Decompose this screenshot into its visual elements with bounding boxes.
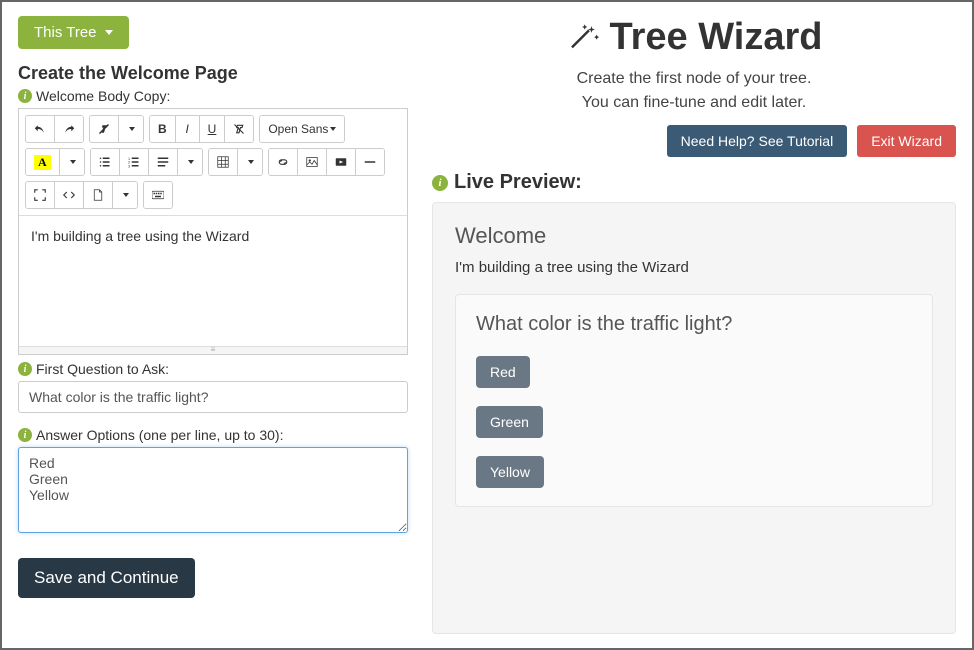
editor-body[interactable]: I'm building a tree using the Wizard (19, 216, 407, 346)
code-view-button[interactable] (55, 182, 84, 208)
font-family-label: Open Sans (268, 122, 328, 136)
preview-panel: Welcome I'm building a tree using the Wi… (432, 202, 956, 634)
clear-format-button[interactable] (90, 116, 119, 142)
info-icon: i (18, 362, 32, 376)
help-tutorial-button[interactable]: Need Help? See Tutorial (667, 125, 848, 157)
page-title: Tree Wizard (566, 16, 823, 59)
preview-welcome-body: I'm building a tree using the Wizard (455, 259, 933, 276)
text-color-button[interactable]: A (26, 149, 60, 175)
wand-icon (566, 21, 600, 55)
info-icon: i (18, 428, 32, 442)
answer-button[interactable]: Green (476, 406, 543, 438)
editor-resize-handle[interactable]: ≡ (19, 346, 407, 354)
live-preview-heading: i Live Preview: (432, 171, 956, 194)
info-icon: i (18, 89, 32, 103)
paragraph-button[interactable] (149, 149, 178, 175)
welcome-body-label-text: Welcome Body Copy: (36, 88, 170, 104)
save-continue-button[interactable]: Save and Continue (18, 558, 195, 598)
fullscreen-button[interactable] (26, 182, 55, 208)
link-button[interactable] (269, 149, 298, 175)
this-tree-button[interactable]: This Tree (18, 16, 129, 49)
info-icon: i (432, 175, 448, 191)
font-family-button[interactable]: Open Sans (260, 116, 344, 142)
subtitle-line1: Create the first node of your tree. (432, 67, 956, 91)
first-question-label-text: First Question to Ask: (36, 361, 169, 377)
svg-text:3: 3 (128, 164, 130, 168)
subtitle: Create the first node of your tree. You … (432, 67, 956, 115)
answer-options-label: i Answer Options (one per line, up to 30… (18, 427, 408, 443)
rich-text-editor: B I U Open Sans A (18, 108, 408, 355)
exit-wizard-button[interactable]: Exit Wizard (857, 125, 956, 157)
text-color-dropdown[interactable] (60, 149, 84, 175)
welcome-body-label: i Welcome Body Copy: (18, 88, 408, 104)
editor-toolbar: B I U Open Sans A (19, 109, 407, 216)
answer-options-label-text: Answer Options (one per line, up to 30): (36, 427, 283, 443)
strikethrough-button[interactable] (225, 116, 253, 142)
first-question-input[interactable] (18, 381, 408, 413)
table-button[interactable] (209, 149, 238, 175)
chevron-down-icon (105, 30, 113, 35)
keyboard-button[interactable] (144, 182, 172, 208)
color-swatch: A (34, 155, 51, 170)
redo-button[interactable] (55, 116, 83, 142)
video-button[interactable] (327, 149, 356, 175)
answer-button[interactable]: Red (476, 356, 530, 388)
paragraph-dropdown[interactable] (178, 149, 202, 175)
live-preview-heading-text: Live Preview: (454, 171, 582, 194)
file-button[interactable] (84, 182, 113, 208)
page-title-text: Tree Wizard (610, 16, 823, 59)
unordered-list-button[interactable] (91, 149, 120, 175)
section-title: Create the Welcome Page (18, 63, 408, 84)
clear-format-dropdown[interactable] (119, 116, 143, 142)
underline-button[interactable]: U (200, 116, 226, 142)
subtitle-line2: You can fine-tune and edit later. (432, 91, 956, 115)
preview-welcome-title: Welcome (455, 223, 933, 249)
image-button[interactable] (298, 149, 327, 175)
answer-options-input[interactable] (18, 447, 408, 533)
hr-button[interactable] (356, 149, 384, 175)
bold-button[interactable]: B (150, 116, 176, 142)
italic-button[interactable]: I (176, 116, 200, 142)
ordered-list-button[interactable]: 123 (120, 149, 149, 175)
this-tree-label: This Tree (34, 24, 97, 41)
table-dropdown[interactable] (238, 149, 262, 175)
first-question-label: i First Question to Ask: (18, 361, 408, 377)
answer-button[interactable]: Yellow (476, 456, 544, 488)
file-dropdown[interactable] (113, 182, 137, 208)
undo-button[interactable] (26, 116, 55, 142)
preview-question-panel: What color is the traffic light? Red Gre… (455, 294, 933, 507)
preview-question-title: What color is the traffic light? (476, 313, 912, 336)
